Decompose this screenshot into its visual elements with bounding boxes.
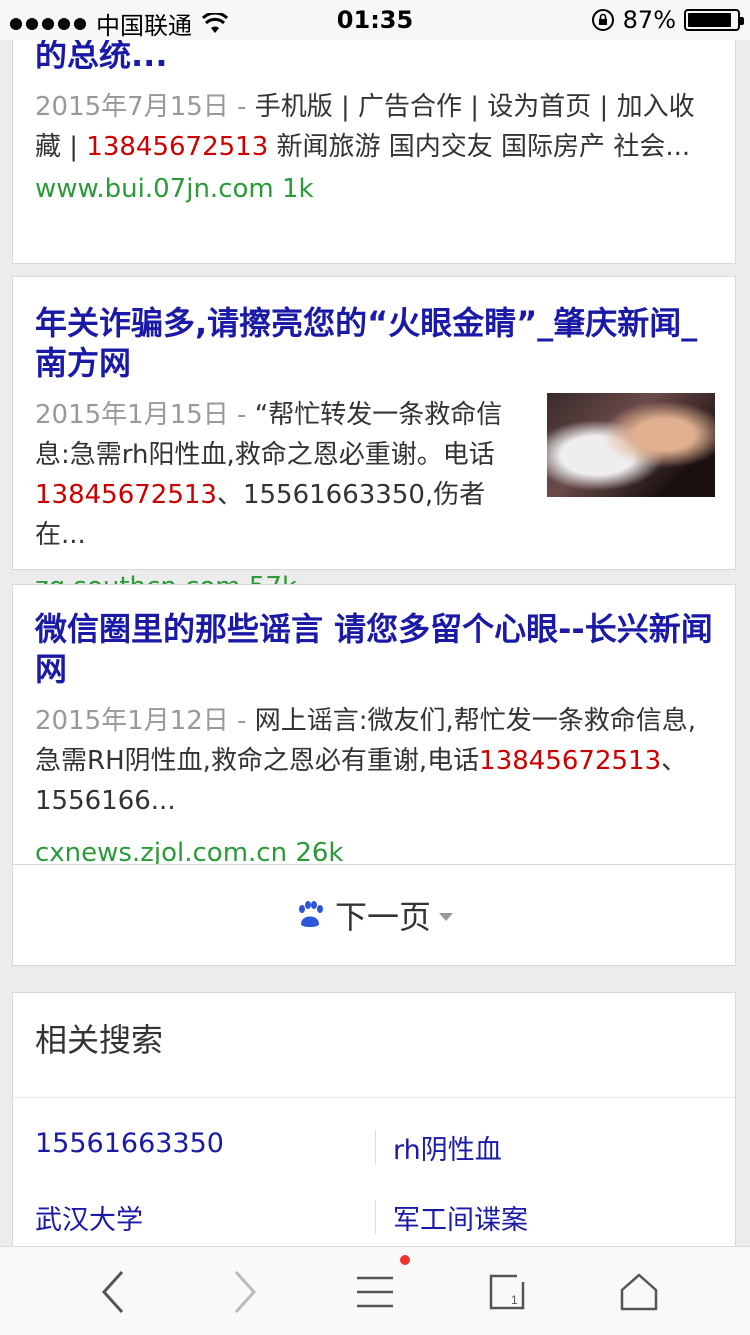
related-item[interactable]: 军工间谍案 — [393, 1198, 528, 1237]
related-item[interactable]: rh阴性血 — [393, 1128, 502, 1167]
menu-icon — [357, 1276, 393, 1308]
browser-toolbar: 1 — [0, 1246, 750, 1335]
menu-button[interactable] — [350, 1255, 410, 1317]
tabs-icon: 1 — [489, 1274, 525, 1310]
phone-number: 13845672513 — [479, 746, 662, 776]
result-date: 2015年1月15日 - — [35, 400, 247, 430]
related-item[interactable]: 15561663350 — [35, 1128, 224, 1159]
notification-dot — [400, 1255, 410, 1265]
result-thumbnail[interactable] — [547, 393, 715, 497]
svg-text:1: 1 — [511, 1293, 518, 1307]
orientation-lock-icon — [591, 9, 614, 31]
chevron-down-icon — [439, 913, 453, 921]
battery-icon — [684, 9, 744, 31]
forward-arrow-icon — [234, 1270, 257, 1314]
result-snippet: 2015年7月15日 - 手机版 | 广告合作 | 设为首页 | 加入收藏 | … — [35, 92, 695, 162]
home-icon — [620, 1273, 658, 1311]
result-snippet: 2015年1月15日 - “帮忙转发一条救命信息:急需rh阳性血,救命之恩必重谢… — [35, 400, 503, 550]
result-title[interactable]: 年关诈骗多,请擦亮您的“火眼金睛”_肇庆新闻_南方网 — [35, 277, 713, 383]
related-title: 相关搜索 — [35, 1021, 164, 1059]
search-result[interactable]: 的总统... 2015年7月15日 - 手机版 | 广告合作 | 设为首页 | … — [12, 26, 736, 264]
result-date: 2015年1月12日 - — [35, 706, 247, 736]
search-result[interactable]: 微信圈里的那些谣言 请您多留个心眼--长兴新闻网 2015年1月12日 - 网上… — [12, 584, 736, 878]
next-page-label: 下一页 — [334, 898, 431, 936]
home-button[interactable] — [614, 1267, 664, 1317]
baidu-paw-icon — [298, 901, 323, 927]
battery-percent: 87% — [622, 6, 676, 34]
result-snippet: 2015年1月12日 - 网上谣言:微友们,帮忙发一条救命信息,急需RH阴性血,… — [35, 706, 697, 816]
result-url[interactable]: www.bui.07jn.com 1k — [35, 171, 713, 207]
search-result[interactable]: 年关诈骗多,请擦亮您的“火眼金睛”_肇庆新闻_南方网 2015年1月15日 - … — [12, 276, 736, 602]
related-item[interactable]: 武汉大学 — [35, 1198, 143, 1237]
next-page-button[interactable]: 下一页 — [12, 864, 736, 966]
forward-button[interactable] — [220, 1267, 270, 1317]
phone-number: 13845672513 — [35, 480, 217, 510]
back-arrow-icon — [101, 1270, 124, 1314]
result-date: 2015年7月15日 - — [35, 92, 247, 122]
tabs-button[interactable]: 1 — [482, 1267, 532, 1317]
status-bar: 中国联通 01:35 87% — [0, 0, 750, 40]
back-button[interactable] — [88, 1267, 138, 1317]
phone-number: 13845672513 — [86, 132, 269, 162]
result-title[interactable]: 微信圈里的那些谣言 请您多留个心眼--长兴新闻网 — [35, 585, 713, 689]
